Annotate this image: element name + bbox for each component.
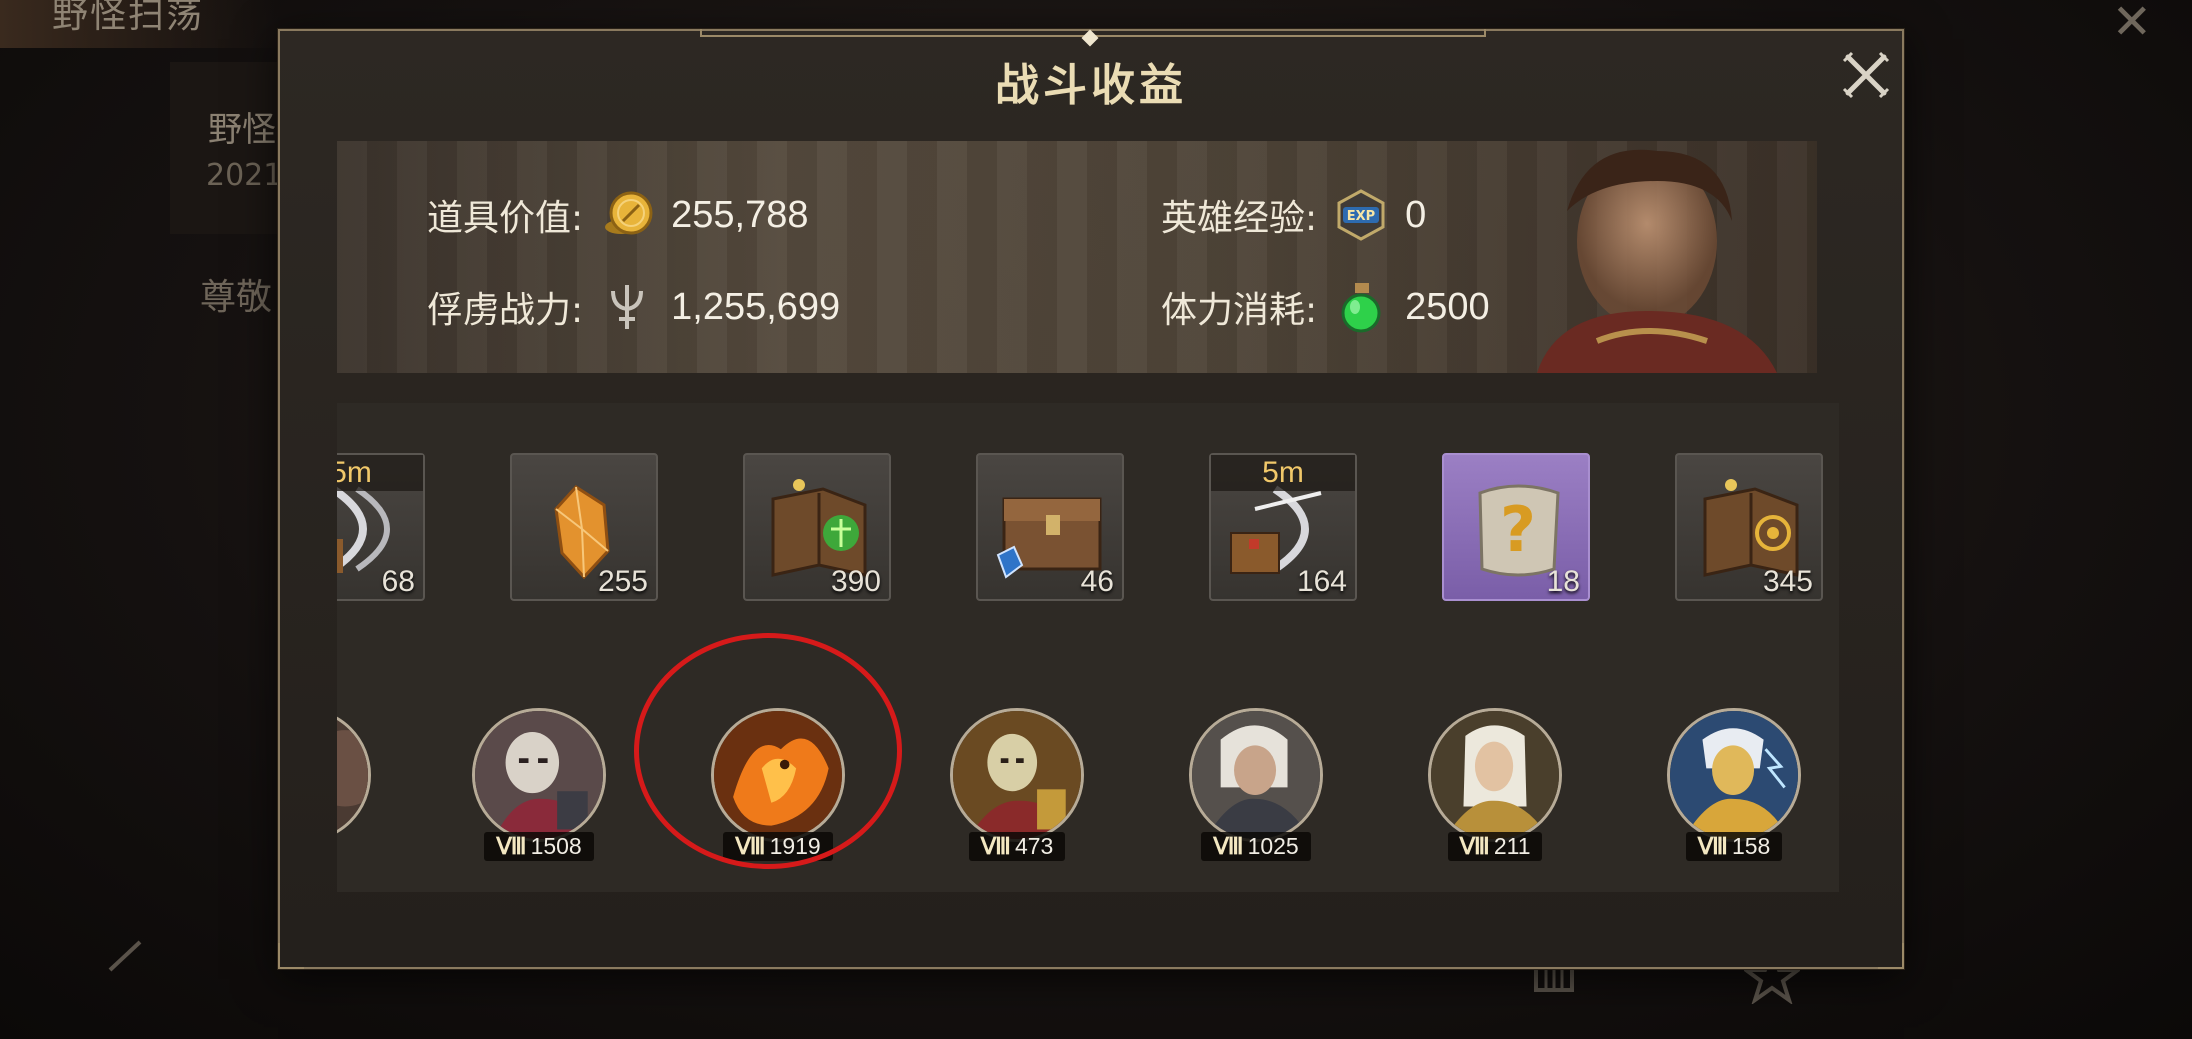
background-arrow-icon bbox=[108, 940, 142, 972]
captive-power-value: 1,255,699 bbox=[671, 285, 841, 328]
captive-power-stat: 俘虏战力: 1,255,699 bbox=[427, 279, 840, 335]
reward-item-mystery-scroll[interactable]: ? 18 bbox=[1442, 453, 1590, 601]
dialog-corner-ornament bbox=[1878, 943, 1904, 969]
hero-card-partial[interactable] bbox=[337, 708, 371, 858]
hero-portrait bbox=[711, 708, 845, 842]
hero-portrait bbox=[1428, 708, 1562, 842]
item-count: 164 bbox=[1296, 565, 1347, 598]
hero-rank: Ⅷ bbox=[1459, 833, 1490, 859]
hero-card[interactable]: Ⅷ 211 bbox=[1428, 708, 1562, 861]
hero-rank: Ⅷ bbox=[980, 833, 1011, 859]
item-count: 18 bbox=[1546, 565, 1580, 598]
reward-items-list[interactable]: 5m 68 255 390 46 5m 164 ? 18 345 bbox=[337, 403, 1839, 655]
item-tag: 5m bbox=[1211, 455, 1355, 491]
hero-portrait bbox=[337, 708, 371, 842]
svg-text:EXP: EXP bbox=[1347, 209, 1375, 224]
hero-portrait bbox=[1667, 708, 1801, 842]
background-card-line1: 野怪 bbox=[208, 110, 276, 150]
hero-portrait bbox=[472, 708, 606, 842]
hero-card[interactable]: Ⅷ 1025 bbox=[1189, 708, 1323, 861]
hero-exp-value: 0 bbox=[1405, 193, 1427, 236]
hero-rank: Ⅷ bbox=[1213, 833, 1244, 859]
hero-count: 1025 bbox=[1247, 833, 1299, 859]
hero-count: 211 bbox=[1493, 833, 1531, 859]
background-title: 野怪扫荡 bbox=[52, 0, 205, 36]
reward-item-wooden-chest[interactable]: 46 bbox=[976, 453, 1124, 601]
hero-rank: Ⅷ bbox=[1697, 833, 1728, 859]
hero-card[interactable]: Ⅷ 158 bbox=[1667, 708, 1801, 861]
stamina-stat: 体力消耗: 2500 bbox=[1161, 279, 1490, 335]
item-count: 255 bbox=[597, 565, 648, 598]
hero-exp-label: 英雄经验: bbox=[1161, 198, 1318, 239]
item-value-stat: 道具价值: 255,788 bbox=[427, 187, 809, 243]
item-count: 390 bbox=[830, 565, 881, 598]
svg-text:?: ? bbox=[1500, 493, 1536, 566]
item-value-label: 道具价值: bbox=[427, 198, 584, 239]
hero-card-highlighted[interactable]: Ⅷ 1919 bbox=[711, 708, 845, 861]
stamina-cost-value: 2500 bbox=[1405, 285, 1490, 328]
reward-item-bow-box[interactable]: 5m 164 bbox=[1209, 453, 1357, 601]
hero-card[interactable]: Ⅷ 473 bbox=[950, 708, 1084, 861]
captured-heroes-list[interactable]: Ⅷ 1508 Ⅷ 1919 Ⅷ 473 Ⅷ 1025 Ⅷ 211 Ⅷ 158 bbox=[337, 648, 1839, 892]
exp-badge-icon: EXP bbox=[1337, 189, 1385, 241]
hero-exp-stat: 英雄经验: EXP 0 bbox=[1161, 187, 1426, 243]
hero-portrait bbox=[1189, 708, 1323, 842]
hero-card[interactable]: Ⅷ 1508 bbox=[472, 708, 606, 861]
hero-count: 473 bbox=[1014, 833, 1054, 859]
item-count: 345 bbox=[1762, 565, 1813, 598]
hero-rank: Ⅷ bbox=[735, 833, 766, 859]
stamina-label: 体力消耗: bbox=[1161, 290, 1318, 331]
dialog-title: 战斗收益 bbox=[995, 60, 1187, 111]
reward-item-bow-box[interactable]: 5m 68 bbox=[337, 453, 425, 601]
item-tag: 5m bbox=[337, 455, 423, 491]
background-greeting: 尊敬 bbox=[200, 277, 273, 318]
dialog-corner-ornament bbox=[278, 943, 304, 969]
gold-coin-icon bbox=[605, 191, 653, 235]
close-icon[interactable] bbox=[1838, 47, 1894, 103]
trident-icon bbox=[611, 285, 644, 329]
item-value: 255,788 bbox=[671, 193, 809, 236]
reward-item-gold-tome[interactable]: 345 bbox=[1675, 453, 1823, 601]
item-count: 46 bbox=[1080, 565, 1114, 598]
background-close-icon: ✕ bbox=[2111, 0, 2152, 50]
background-card-line2: 2021 bbox=[206, 158, 283, 193]
captive-power-label: 俘虏战力: bbox=[427, 290, 584, 331]
hero-count: 158 bbox=[1731, 833, 1771, 859]
hero-count: 1508 bbox=[530, 833, 582, 859]
hero-rank: Ⅷ bbox=[496, 833, 527, 859]
reward-item-crystal[interactable]: 255 bbox=[510, 453, 658, 601]
hero-portrait-art bbox=[1537, 149, 1777, 373]
battle-rewards-dialog: 战斗收益 道具价值: 255,788 俘虏战力: 1,255,699 英雄经验:… bbox=[278, 29, 1904, 969]
potion-icon bbox=[1341, 283, 1381, 333]
summary-banner: 道具价值: 255,788 俘虏战力: 1,255,699 英雄经验: EXP bbox=[337, 141, 1817, 373]
hero-count: 1919 bbox=[769, 833, 821, 859]
hero-portrait bbox=[950, 708, 1084, 842]
item-count: 68 bbox=[381, 565, 415, 598]
reward-item-green-tome[interactable]: 390 bbox=[743, 453, 891, 601]
